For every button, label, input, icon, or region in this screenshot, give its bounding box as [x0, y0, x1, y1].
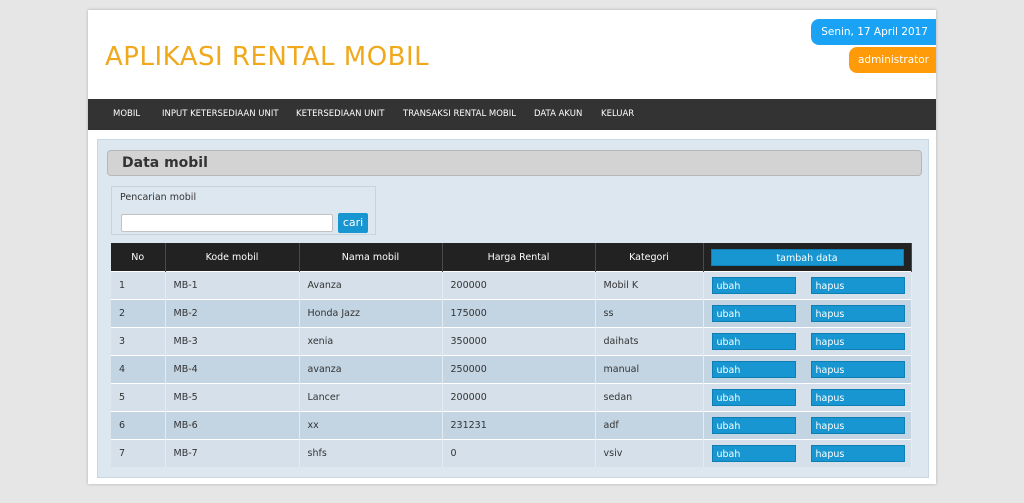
- cars-table: No Kode mobil Nama mobil Harga Rental Ka…: [111, 243, 912, 467]
- cell-kategori: Mobil K: [595, 271, 704, 300]
- table-row: 3 MB-3 xenia 350000 daihats ubah hapus: [111, 327, 912, 356]
- cell-actions: ubah hapus: [703, 299, 912, 328]
- date-badge: Senin, 17 April 2017: [811, 19, 936, 45]
- cell-no: 2: [111, 299, 166, 328]
- table-row: 1 MB-1 Avanza 200000 Mobil K ubah hapus: [111, 271, 912, 300]
- cell-kode: MB-5: [165, 383, 300, 412]
- col-header-actions: tambah data: [703, 243, 912, 272]
- delete-button[interactable]: hapus: [810, 361, 905, 378]
- cell-kode: MB-7: [165, 439, 300, 467]
- edit-button[interactable]: ubah: [711, 277, 796, 294]
- section-header: Data mobil: [107, 150, 922, 176]
- cell-actions: ubah hapus: [703, 355, 912, 384]
- table-header-row: No Kode mobil Nama mobil Harga Rental Ka…: [111, 243, 912, 272]
- delete-button[interactable]: hapus: [810, 277, 905, 294]
- table-row: 6 MB-6 xx 231231 adf ubah hapus: [111, 411, 912, 440]
- cell-harga: 350000: [442, 327, 596, 356]
- cell-no: 5: [111, 383, 166, 412]
- nav-item-transaksi-rental-mobil[interactable]: TRANSAKSI RENTAL MOBIL: [403, 99, 516, 130]
- cell-harga: 250000: [442, 355, 596, 384]
- cell-actions: ubah hapus: [703, 271, 912, 300]
- col-header-no: No: [111, 243, 166, 272]
- cell-actions: ubah hapus: [703, 383, 912, 412]
- app-title: APLIKASI RENTAL MOBIL: [105, 42, 430, 72]
- main-navbar: MOBIL INPUT KETERSEDIAAN UNIT KETERSEDIA…: [88, 99, 936, 130]
- cell-kategori: daihats: [595, 327, 704, 356]
- cell-nama: Lancer: [299, 383, 443, 412]
- cell-kode: MB-6: [165, 411, 300, 440]
- edit-button[interactable]: ubah: [711, 445, 796, 462]
- cell-harga: 200000: [442, 383, 596, 412]
- table-body: 1 MB-1 Avanza 200000 Mobil Kubah hapus 2 MB-2 Ho…: [111, 271, 912, 467]
- cell-no: 4: [111, 355, 166, 384]
- nav-item-ketersediaan-unit[interactable]: KETERSEDIAAN UNIT: [296, 99, 384, 130]
- cell-harga: 0: [442, 439, 596, 467]
- edit-button[interactable]: ubah: [711, 389, 796, 406]
- cell-no: 3: [111, 327, 166, 356]
- col-header-nama: Nama mobil: [299, 243, 443, 272]
- cell-actions: ubah hapus: [703, 439, 912, 467]
- cell-no: 1: [111, 271, 166, 300]
- edit-button[interactable]: ubah: [711, 305, 796, 322]
- delete-button[interactable]: hapus: [810, 417, 905, 434]
- cell-no: 6: [111, 411, 166, 440]
- cell-nama: shfs: [299, 439, 443, 467]
- cell-kode: MB-4: [165, 355, 300, 384]
- cell-nama: Honda Jazz: [299, 299, 443, 328]
- cell-no: 7: [111, 439, 166, 467]
- cell-kategori: manual: [595, 355, 704, 384]
- cell-nama: Avanza: [299, 271, 443, 300]
- delete-button[interactable]: hapus: [810, 305, 905, 322]
- cell-kategori: ss: [595, 299, 704, 328]
- search-input[interactable]: [121, 214, 333, 232]
- search-label: Pencarian mobil: [120, 192, 197, 203]
- search-button[interactable]: cari: [338, 213, 368, 233]
- delete-button[interactable]: hapus: [810, 445, 905, 462]
- table-row: 7 MB-7 shfs 0 vsiv ubah hapus: [111, 439, 912, 467]
- nav-item-keluar[interactable]: KELUAR: [601, 99, 634, 130]
- cell-kategori: adf: [595, 411, 704, 440]
- table-row: 4 MB-4 avanza 250000 manual ubah hapus: [111, 355, 912, 384]
- edit-button[interactable]: ubah: [711, 333, 796, 350]
- edit-button[interactable]: ubah: [711, 361, 796, 378]
- search-box: Pencarian mobil cari: [111, 186, 376, 235]
- cell-actions: ubah hapus: [703, 411, 912, 440]
- cell-kode: MB-2: [165, 299, 300, 328]
- nav-item-input-ketersediaan-unit[interactable]: INPUT KETERSEDIAAN UNIT: [162, 99, 279, 130]
- user-badge[interactable]: administrator: [848, 47, 936, 73]
- cell-nama: avanza: [299, 355, 443, 384]
- delete-button[interactable]: hapus: [810, 333, 905, 350]
- edit-button[interactable]: ubah: [711, 417, 796, 434]
- col-header-kategori: Kategori: [595, 243, 704, 272]
- nav-item-mobil[interactable]: MOBIL: [113, 99, 140, 130]
- cell-actions: ubah hapus: [703, 327, 912, 356]
- page-container: APLIKASI RENTAL MOBIL Senin, 17 April 20…: [88, 10, 936, 484]
- col-header-kode: Kode mobil: [165, 243, 300, 272]
- cell-harga: 200000: [442, 271, 596, 300]
- cell-kode: MB-3: [165, 327, 300, 356]
- nav-item-data-akun[interactable]: DATA AKUN: [534, 99, 582, 130]
- cell-kategori: sedan: [595, 383, 704, 412]
- table-row: 2 MB-2 Honda Jazz 175000 ss ubah hapus: [111, 299, 912, 328]
- col-header-harga: Harga Rental: [442, 243, 596, 272]
- cell-harga: 175000: [442, 299, 596, 328]
- cell-kode: MB-1: [165, 271, 300, 300]
- add-data-button[interactable]: tambah data: [710, 248, 904, 266]
- cell-harga: 231231: [442, 411, 596, 440]
- section-title: Data mobil: [122, 155, 208, 171]
- content-panel: Data mobil Pencarian mobil cari No Kode …: [97, 139, 929, 478]
- cell-nama: xx: [299, 411, 443, 440]
- delete-button[interactable]: hapus: [810, 389, 905, 406]
- table-row: 5 MB-5 Lancer 200000 sedan ubah hapus: [111, 383, 912, 412]
- cell-nama: xenia: [299, 327, 443, 356]
- cell-kategori: vsiv: [595, 439, 704, 467]
